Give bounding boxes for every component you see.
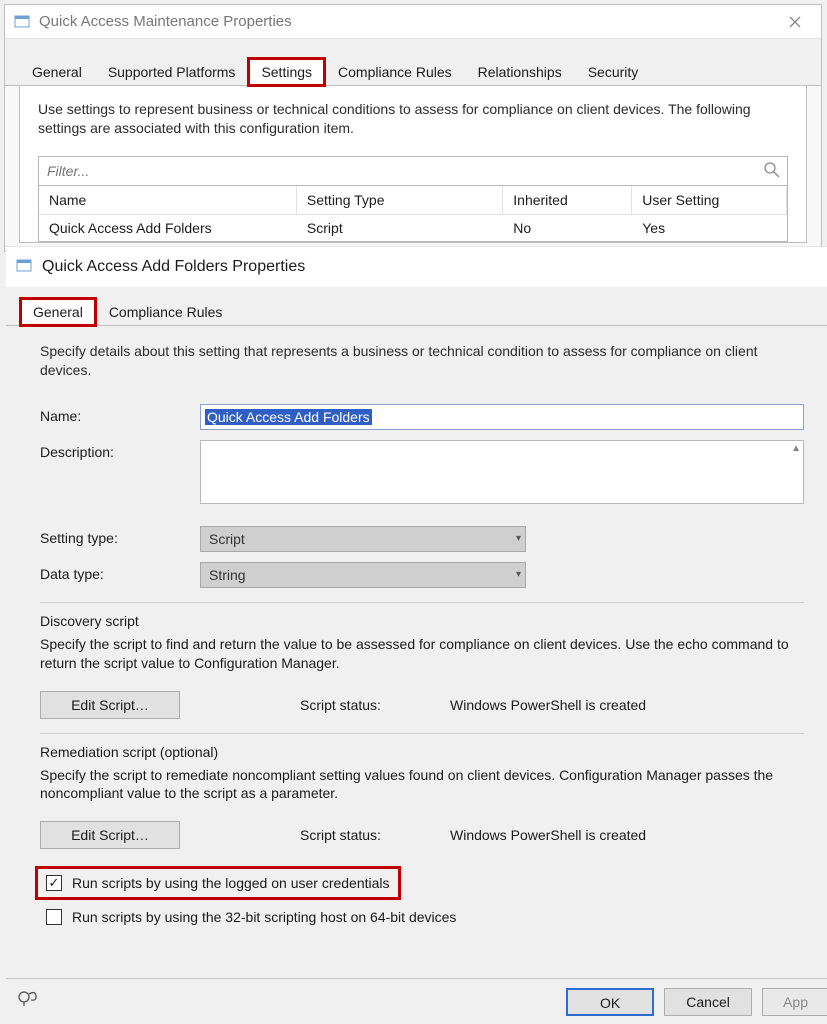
col-setting-type[interactable]: Setting Type bbox=[297, 186, 503, 215]
cell-user-setting: Yes bbox=[632, 215, 787, 241]
chevron-down-icon: ▾ bbox=[516, 533, 521, 544]
data-type-select: String ▾ bbox=[200, 562, 526, 588]
cell-inherited: No bbox=[503, 215, 632, 241]
cell-setting-type: Script bbox=[297, 215, 503, 241]
name-value: Quick Access Add Folders bbox=[205, 409, 372, 425]
name-field[interactable]: Quick Access Add Folders bbox=[200, 404, 804, 430]
child-general-content: Specify details about this setting that … bbox=[6, 326, 827, 935]
description-field[interactable]: ▲ bbox=[200, 440, 804, 504]
setting-type-value: Script bbox=[209, 531, 245, 547]
child-intro: Specify details about this setting that … bbox=[40, 342, 804, 380]
child-tabstrip: General Compliance Rules bbox=[6, 287, 827, 326]
filter-wrap bbox=[38, 156, 788, 186]
discovery-heading: Discovery script bbox=[40, 613, 804, 629]
child-tab-compliance[interactable]: Compliance Rules bbox=[96, 298, 236, 326]
parent-title: Quick Access Maintenance Properties bbox=[39, 13, 777, 30]
data-type-value: String bbox=[209, 567, 246, 583]
description-label: Description: bbox=[40, 440, 200, 460]
col-inherited[interactable]: Inherited bbox=[503, 186, 632, 215]
close-icon[interactable] bbox=[777, 8, 813, 36]
remediation-desc: Specify the script to remediate noncompl… bbox=[40, 766, 804, 804]
parent-tabstrip: General Supported Platforms Settings Com… bbox=[5, 39, 821, 86]
run-as-user-label: Run scripts by using the logged on user … bbox=[72, 875, 390, 891]
cell-name: Quick Access Add Folders bbox=[39, 215, 297, 241]
child-titlebar: Quick Access Add Folders Properties bbox=[6, 247, 827, 287]
parent-titlebar: Quick Access Maintenance Properties bbox=[5, 5, 821, 39]
remediation-edit-button[interactable]: Edit Script… bbox=[40, 821, 180, 849]
discovery-desc: Specify the script to find and return th… bbox=[40, 635, 804, 673]
name-label: Name: bbox=[40, 404, 200, 424]
settings-tab-content: Use settings to represent business or te… bbox=[19, 86, 807, 243]
help-icon[interactable] bbox=[16, 988, 42, 1015]
settings-intro: Use settings to represent business or te… bbox=[38, 100, 788, 138]
separator bbox=[40, 602, 804, 603]
apply-button[interactable]: App bbox=[762, 988, 827, 1016]
cancel-button[interactable]: Cancel bbox=[664, 988, 752, 1016]
grid-header: Name Setting Type Inherited User Setting bbox=[39, 186, 787, 215]
discovery-status-value: Windows PowerShell is created bbox=[450, 697, 804, 713]
tab-security[interactable]: Security bbox=[575, 58, 652, 86]
settings-grid: Name Setting Type Inherited User Setting… bbox=[38, 186, 788, 242]
scroll-up-icon[interactable]: ▲ bbox=[791, 443, 801, 454]
remediation-status-value: Windows PowerShell is created bbox=[450, 827, 804, 843]
separator bbox=[40, 733, 804, 734]
discovery-edit-button[interactable]: Edit Script… bbox=[40, 691, 180, 719]
setting-type-label: Setting type: bbox=[40, 526, 200, 546]
data-type-label: Data type: bbox=[40, 562, 200, 582]
dialog-button-bar: OK Cancel App bbox=[6, 978, 827, 1024]
filter-input[interactable] bbox=[38, 156, 788, 186]
window-icon bbox=[13, 13, 31, 31]
setting-type-select: Script ▾ bbox=[200, 526, 526, 552]
run-as-user-checkbox[interactable]: ✓ bbox=[46, 875, 62, 891]
col-name[interactable]: Name bbox=[39, 186, 297, 215]
child-title: Quick Access Add Folders Properties bbox=[42, 258, 305, 276]
child-tab-general[interactable]: General bbox=[20, 298, 96, 326]
run-32bit-label: Run scripts by using the 32-bit scriptin… bbox=[72, 909, 456, 925]
window-icon bbox=[16, 258, 34, 276]
discovery-status-label: Script status: bbox=[300, 697, 450, 713]
parent-window: Quick Access Maintenance Properties Gene… bbox=[4, 4, 822, 252]
remediation-heading: Remediation script (optional) bbox=[40, 744, 804, 760]
tab-general[interactable]: General bbox=[19, 58, 95, 86]
tab-settings[interactable]: Settings bbox=[248, 58, 325, 86]
run-32bit-checkbox[interactable] bbox=[46, 909, 62, 925]
chevron-down-icon: ▾ bbox=[516, 569, 521, 580]
ok-button[interactable]: OK bbox=[566, 988, 654, 1016]
run-as-user-highlight: ✓ Run scripts by using the logged on use… bbox=[40, 871, 396, 895]
col-user-setting[interactable]: User Setting bbox=[632, 186, 787, 215]
tab-platforms[interactable]: Supported Platforms bbox=[95, 58, 249, 86]
tab-compliance[interactable]: Compliance Rules bbox=[325, 58, 465, 86]
child-window: Quick Access Add Folders Properties Gene… bbox=[6, 246, 827, 1024]
grid-row[interactable]: Quick Access Add Folders Script No Yes bbox=[39, 215, 787, 241]
remediation-status-label: Script status: bbox=[300, 827, 450, 843]
search-icon[interactable] bbox=[762, 160, 782, 183]
tab-relationships[interactable]: Relationships bbox=[465, 58, 575, 86]
